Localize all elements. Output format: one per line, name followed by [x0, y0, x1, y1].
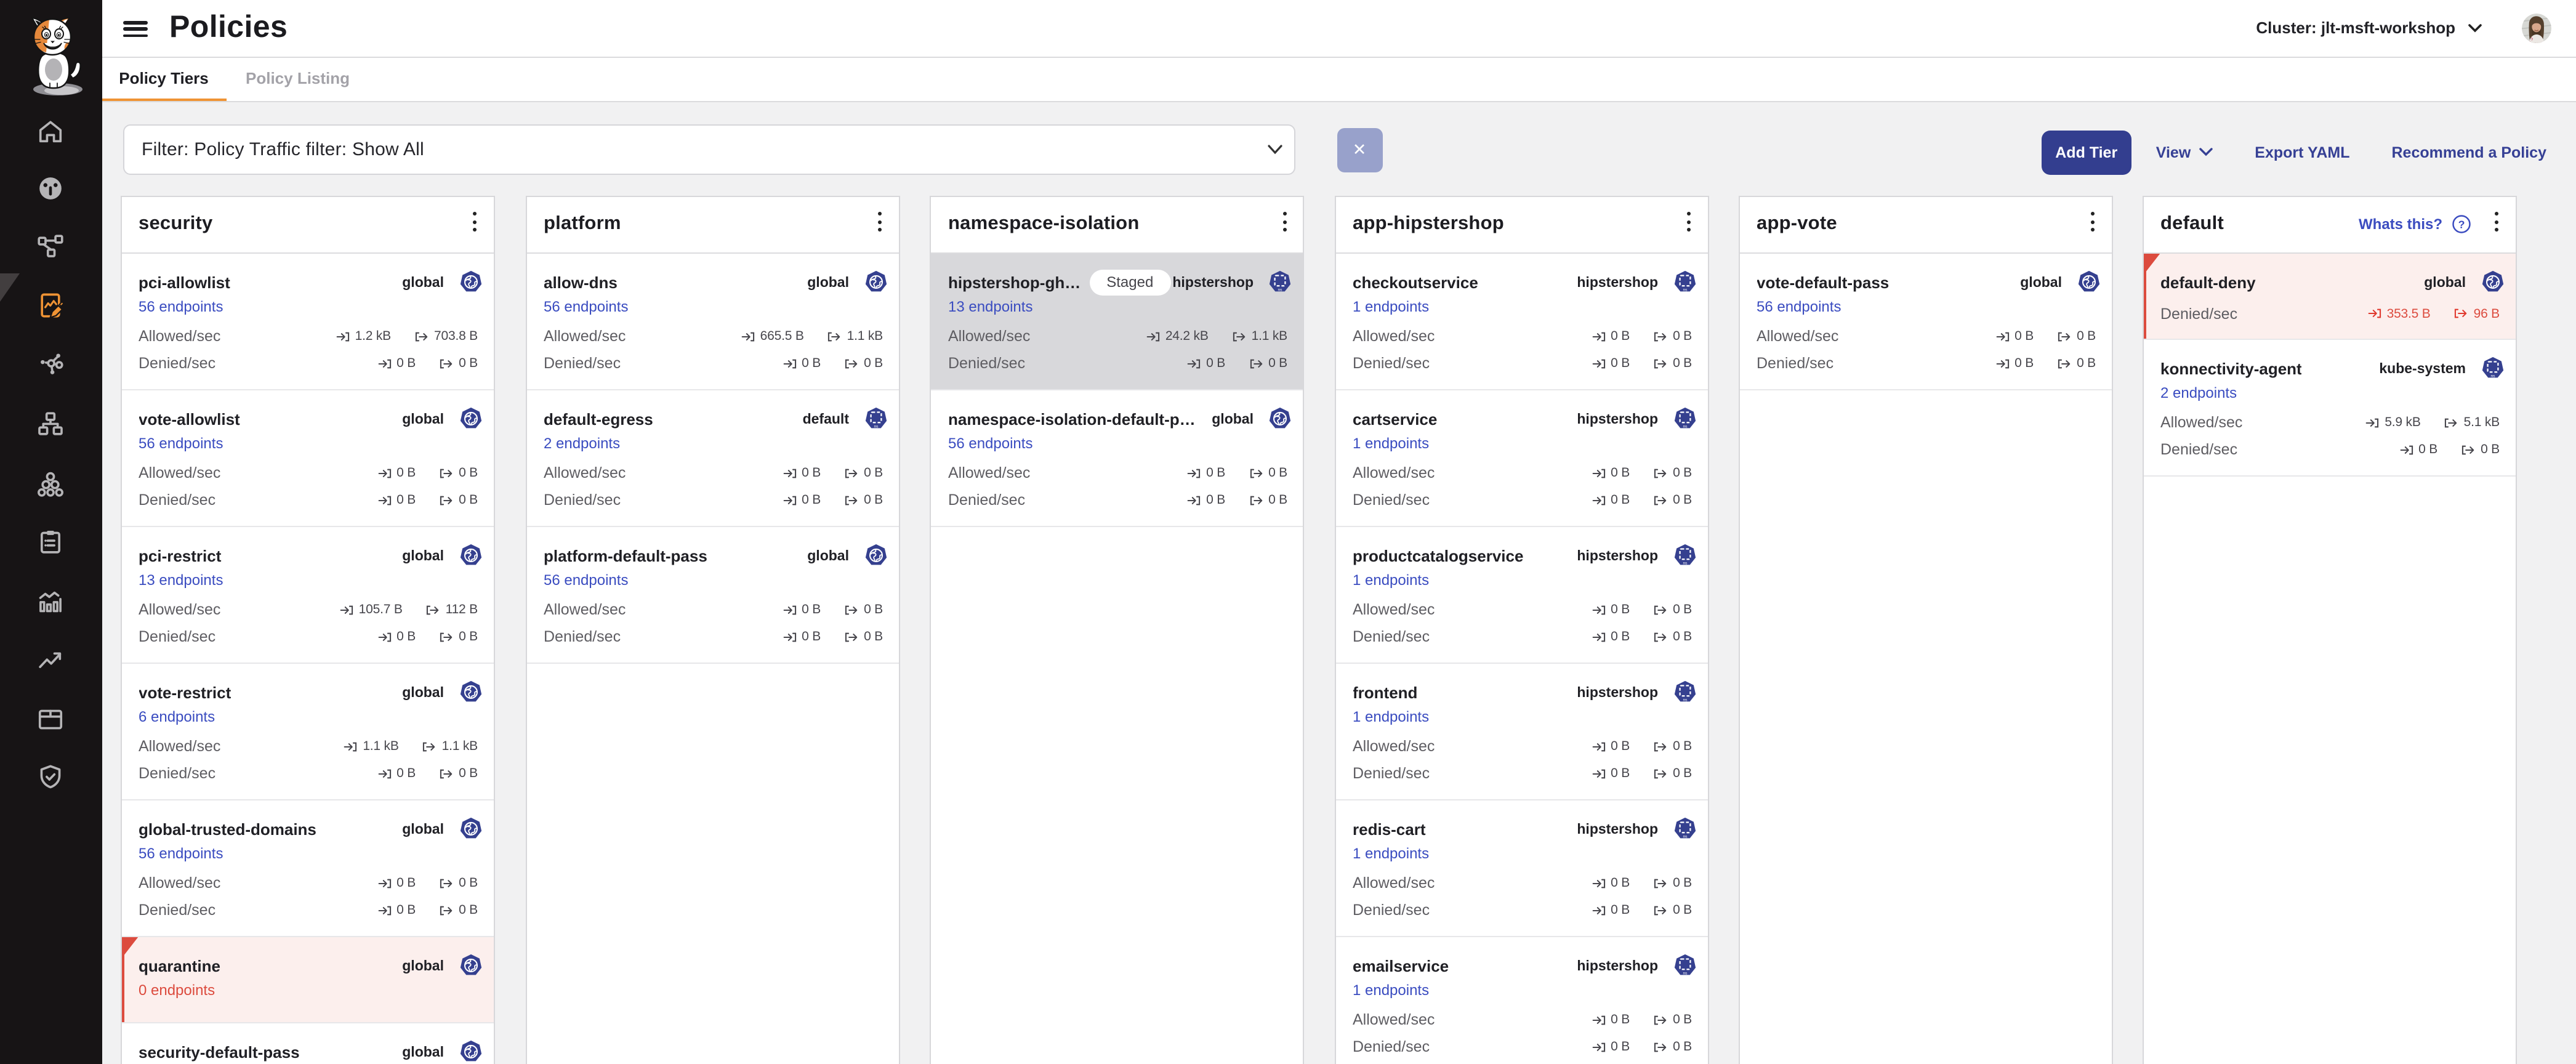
svg-text:ns: ns — [1682, 561, 1687, 565]
svg-text:?: ? — [2458, 217, 2465, 230]
svg-text:ns: ns — [1682, 288, 1687, 292]
svg-text:ns: ns — [1682, 834, 1687, 839]
svg-text:ns: ns — [1682, 698, 1687, 702]
svg-text:ns: ns — [2490, 374, 2495, 378]
svg-text:ns: ns — [1682, 971, 1687, 975]
svg-text:ns: ns — [1682, 424, 1687, 429]
svg-text:ns: ns — [873, 424, 878, 429]
svg-text:ns: ns — [1278, 288, 1282, 292]
